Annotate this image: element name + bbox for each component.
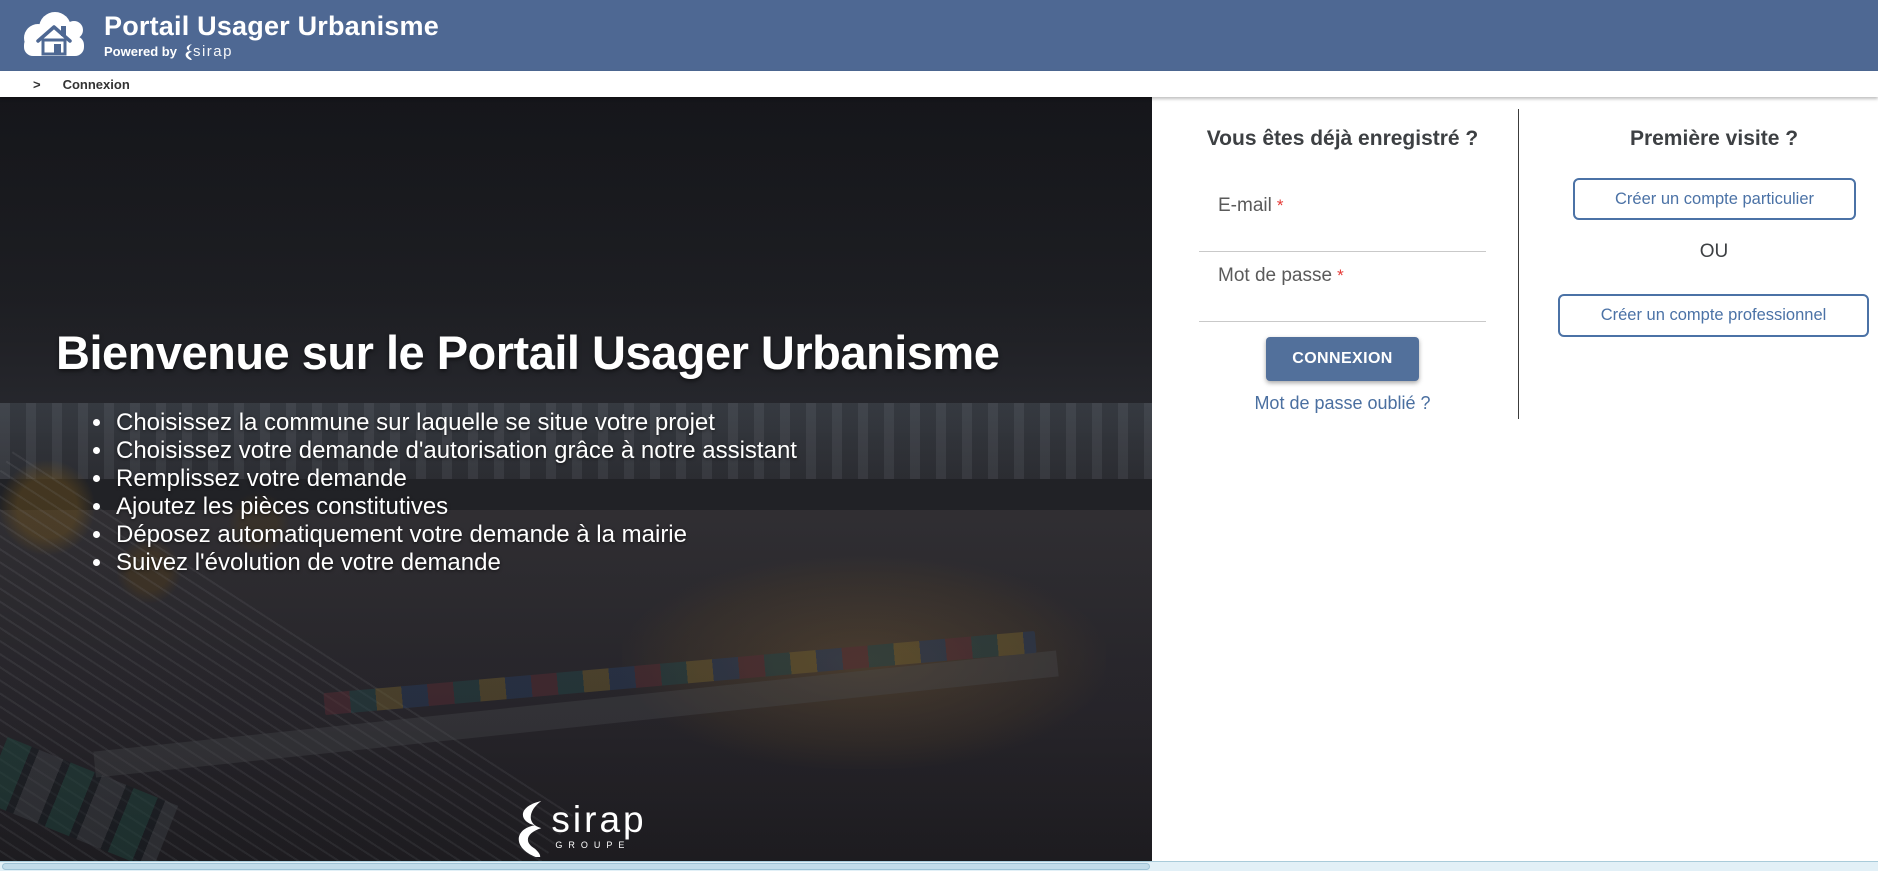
login-heading: Vous êtes déjà enregistré ? bbox=[1199, 127, 1486, 151]
breadcrumb-separator: > bbox=[33, 77, 41, 92]
hero-heading: Bienvenue sur le Portail Usager Urbanism… bbox=[56, 325, 1116, 380]
hero-bullet: Ajoutez les pièces constitutives bbox=[114, 493, 797, 521]
hero-bullet: Choisissez votre demande d'autorisation … bbox=[114, 437, 797, 465]
hero-bullet: Déposez automatiquement votre demande à … bbox=[114, 521, 797, 549]
powered-by-row: Powered by sirap bbox=[104, 43, 439, 60]
hero-bullet: Choisissez la commune sur laquelle se si… bbox=[114, 409, 797, 437]
vertical-divider bbox=[1518, 109, 1519, 419]
create-professional-account-button[interactable]: Créer un compte professionnel bbox=[1558, 294, 1869, 337]
signup-heading: Première visite ? bbox=[1572, 127, 1856, 151]
hero-bullet-list: Choisissez la commune sur laquelle se si… bbox=[96, 409, 797, 577]
create-individual-account-button[interactable]: Créer un compte particulier bbox=[1573, 178, 1856, 220]
sirap-wordmark: sirap bbox=[551, 801, 646, 839]
hero-bullet: Remplissez votre demande bbox=[114, 465, 797, 493]
breadcrumb: > Connexion bbox=[0, 71, 1878, 97]
connexion-button[interactable]: CONNEXION bbox=[1266, 337, 1419, 381]
cloud-house-logo-icon bbox=[18, 8, 90, 64]
breadcrumb-item-connexion[interactable]: Connexion bbox=[63, 77, 130, 92]
sirap-bird-icon bbox=[505, 801, 545, 857]
header-titles: Portail Usager Urbanisme Powered by sira… bbox=[104, 11, 439, 60]
sirap-groupe-label: GROUPE bbox=[555, 840, 646, 850]
email-label: E-mail * bbox=[1218, 195, 1283, 217]
account-panel: Vous êtes déjà enregistré ? E-mail * Mot … bbox=[1152, 97, 1878, 861]
email-field[interactable] bbox=[1199, 222, 1486, 252]
main-content: Bienvenue sur le Portail Usager Urbanism… bbox=[0, 97, 1878, 861]
horizontal-scrollbar-thumb[interactable] bbox=[2, 863, 1150, 870]
horizontal-scrollbar[interactable] bbox=[0, 861, 1878, 871]
password-required-asterisk: * bbox=[1337, 266, 1344, 285]
hero-bullet: Suivez l'évolution de votre demande bbox=[114, 549, 797, 577]
sirap-logo-small: sirap bbox=[182, 43, 233, 60]
sirap-bird-icon bbox=[182, 44, 193, 60]
password-field[interactable] bbox=[1199, 292, 1486, 322]
forgot-password-link[interactable]: Mot de passe oublié ? bbox=[1199, 393, 1486, 414]
password-label: Mot de passe * bbox=[1218, 265, 1344, 287]
app-header: Portail Usager Urbanisme Powered by sira… bbox=[0, 0, 1878, 71]
sirap-wordmark-small: sirap bbox=[193, 43, 233, 60]
password-label-text: Mot de passe bbox=[1218, 265, 1332, 286]
email-label-text: E-mail bbox=[1218, 195, 1272, 216]
app-title: Portail Usager Urbanisme bbox=[104, 11, 439, 41]
or-separator: OU bbox=[1672, 241, 1756, 263]
hero-banner: Bienvenue sur le Portail Usager Urbanism… bbox=[0, 97, 1152, 861]
email-required-asterisk: * bbox=[1277, 196, 1284, 215]
app-window: Portail Usager Urbanisme Powered by sira… bbox=[0, 0, 1878, 871]
powered-by-label: Powered by bbox=[104, 44, 177, 59]
sirap-groupe-logo: sirap GROUPE bbox=[505, 801, 646, 857]
